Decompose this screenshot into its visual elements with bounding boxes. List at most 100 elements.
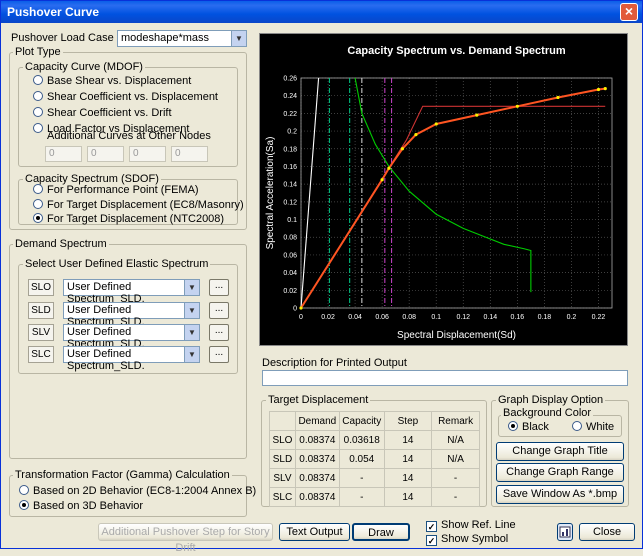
radio-circle xyxy=(572,421,582,431)
table-cell: - xyxy=(338,487,385,507)
help-icon[interactable] xyxy=(557,523,573,541)
description-label: Description for Printed Output xyxy=(262,357,407,369)
radio-label: Black xyxy=(522,421,549,433)
node-field-4[interactable]: 0 xyxy=(171,146,208,162)
table-header-cell: Remark xyxy=(431,411,480,431)
chart-title: Capacity Spectrum vs. Demand Spectrum xyxy=(347,45,565,57)
load-case-label: Pushover Load Case xyxy=(11,32,114,44)
node-field-3[interactable]: 0 xyxy=(129,146,166,162)
x-tick-label: 0.04 xyxy=(348,314,362,321)
radio-label: For Performance Point (FEMA) xyxy=(47,184,199,196)
y-tick-label: 0.04 xyxy=(283,270,297,277)
table-header-cell: Demand xyxy=(294,411,340,431)
y-tick-label: 0.14 xyxy=(283,182,297,189)
table-cell: 0.054 xyxy=(338,449,385,469)
radio-target-ntc2008[interactable]: For Target Displacement (NTC2008) xyxy=(33,213,224,225)
description-input[interactable] xyxy=(262,370,628,386)
additional-pushover-step-button[interactable]: Additional Pushover Step for Story Drift xyxy=(98,523,273,554)
table-cell: 0.08374 xyxy=(294,449,340,469)
table-cell: 0.03618 xyxy=(338,430,385,450)
x-tick-label: 0.14 xyxy=(483,314,497,321)
change-graph-range-button[interactable]: Change Graph Range xyxy=(496,463,624,482)
table-cell: - xyxy=(431,487,480,507)
x-tick-label: 0.1 xyxy=(431,314,441,321)
y-tick-label: 0.12 xyxy=(283,199,297,206)
x-tick-label: 0.12 xyxy=(456,314,470,321)
x-tick-label: 0.18 xyxy=(538,314,552,321)
radio-bg-white[interactable]: White xyxy=(572,421,614,433)
radio-base-shear-displacement[interactable]: Base Shear vs. Displacement xyxy=(33,75,191,87)
load-case-value: modeshape*mass xyxy=(121,32,210,44)
y-tick-label: 0.2 xyxy=(287,129,297,136)
table-header-cell xyxy=(269,411,296,431)
radio-circle-selected xyxy=(19,500,29,510)
y-tick-label: 0.1 xyxy=(287,217,297,224)
table-cell: N/A xyxy=(431,449,480,469)
series-point xyxy=(515,104,519,108)
change-graph-title-button[interactable]: Change Graph Title xyxy=(496,442,624,461)
table-cell: 14 xyxy=(383,468,433,488)
spectrum-browse-sld-button[interactable]: ... xyxy=(209,302,229,319)
table-cell: 14 xyxy=(383,487,433,507)
close-window-icon[interactable]: × xyxy=(620,3,638,21)
node-field-2[interactable]: 0 xyxy=(87,146,124,162)
x-tick-label: 0 xyxy=(299,314,303,321)
series-point xyxy=(434,122,438,126)
node-field-1[interactable]: 0 xyxy=(45,146,82,162)
spectrum-select-slc[interactable]: User Defined Spectrum_SLD. ▼ xyxy=(63,346,200,372)
radio-shear-coef-displacement[interactable]: Shear Coefficient vs. Displacement xyxy=(33,91,218,103)
radio-gamma-2d[interactable]: Based on 2D Behavior (EC8-1:2004 Annex B… xyxy=(19,485,256,497)
series-point xyxy=(414,133,418,137)
y-tick-label: 0 xyxy=(293,306,297,313)
y-tick-label: 0.22 xyxy=(283,111,297,118)
radio-performance-point[interactable]: For Performance Point (FEMA) xyxy=(33,184,199,196)
gamma-label: Transformation Factor (Gamma) Calculatio… xyxy=(13,469,232,481)
additional-curves-label: Additional Curves at Other Nodes xyxy=(47,130,211,142)
x-tick-label: 0.22 xyxy=(592,314,606,321)
show-ref-line-checkbox[interactable]: ✓ Show Ref. Line xyxy=(426,519,516,532)
series-point xyxy=(596,87,601,92)
radio-circle xyxy=(19,485,29,495)
spectrum-browse-slo-button[interactable]: ... xyxy=(209,279,229,296)
radio-target-ec8[interactable]: For Target Displacement (EC8/Masonry) xyxy=(33,199,244,211)
text-output-button[interactable]: Text Output xyxy=(279,523,350,541)
chevron-down-icon: ▼ xyxy=(184,280,199,295)
radio-label: Shear Coefficient vs. Displacement xyxy=(47,91,218,103)
series-line xyxy=(300,77,320,309)
radio-shear-coef-drift[interactable]: Shear Coefficient vs. Drift xyxy=(33,107,172,119)
table-header-cell: Step xyxy=(383,411,433,431)
table-cell: 0.08374 xyxy=(294,430,340,450)
capacity-demand-chart: Capacity Spectrum vs. Demand Spectrum 0 0.… xyxy=(265,45,613,341)
spectrum-browse-slc-button[interactable]: ... xyxy=(209,346,229,363)
chevron-down-icon: ▼ xyxy=(184,347,199,362)
load-case-select[interactable]: modeshape*mass ▼ xyxy=(117,30,247,47)
table-cell: 0.08374 xyxy=(294,468,340,488)
draw-button[interactable]: Draw xyxy=(352,523,410,541)
spectrum-select-slo[interactable]: User Defined Spectrum_SLD. ▼ xyxy=(63,279,200,305)
table-cell: 14 xyxy=(383,449,433,469)
table-cell: SLV xyxy=(269,468,296,488)
series-point xyxy=(603,87,607,91)
show-symbol-checkbox[interactable]: ✓ Show Symbol xyxy=(426,533,508,546)
spectrum-browse-slv-button[interactable]: ... xyxy=(209,324,229,341)
table-row: SLO 0.08374 0.03618 14 N/A xyxy=(269,430,480,450)
spectrum-select-sld[interactable]: User Defined Spectrum_SLD. ▼ xyxy=(63,302,200,328)
series-point xyxy=(400,147,405,151)
radio-bg-black[interactable]: Black xyxy=(508,421,549,433)
radio-circle-selected xyxy=(33,213,43,223)
spectrum-tag-slc: SLC xyxy=(28,346,54,363)
table-cell: N/A xyxy=(431,430,480,450)
target-displacement-label: Target Displacement xyxy=(266,394,371,406)
x-tick-label: 0.08 xyxy=(402,314,416,321)
spectrum-select-slv[interactable]: User Defined Spectrum_SLD. ▼ xyxy=(63,324,200,350)
x-tick-label: 0.16 xyxy=(511,314,525,321)
radio-gamma-3d[interactable]: Based on 3D Behavior xyxy=(19,500,143,512)
save-window-bmp-button[interactable]: Save Window As *.bmp xyxy=(496,485,624,504)
close-button[interactable]: Close xyxy=(579,523,635,541)
chevron-down-icon: ▼ xyxy=(231,31,246,46)
checkbox-label: Show Ref. Line xyxy=(441,519,516,531)
table-header-row: Demand Capacity Step Remark xyxy=(269,411,480,431)
spectrum-tag-slv: SLV xyxy=(28,324,54,341)
y-tick-label: 0.06 xyxy=(283,252,297,259)
table-row: SLV 0.08374-14- xyxy=(269,468,480,488)
